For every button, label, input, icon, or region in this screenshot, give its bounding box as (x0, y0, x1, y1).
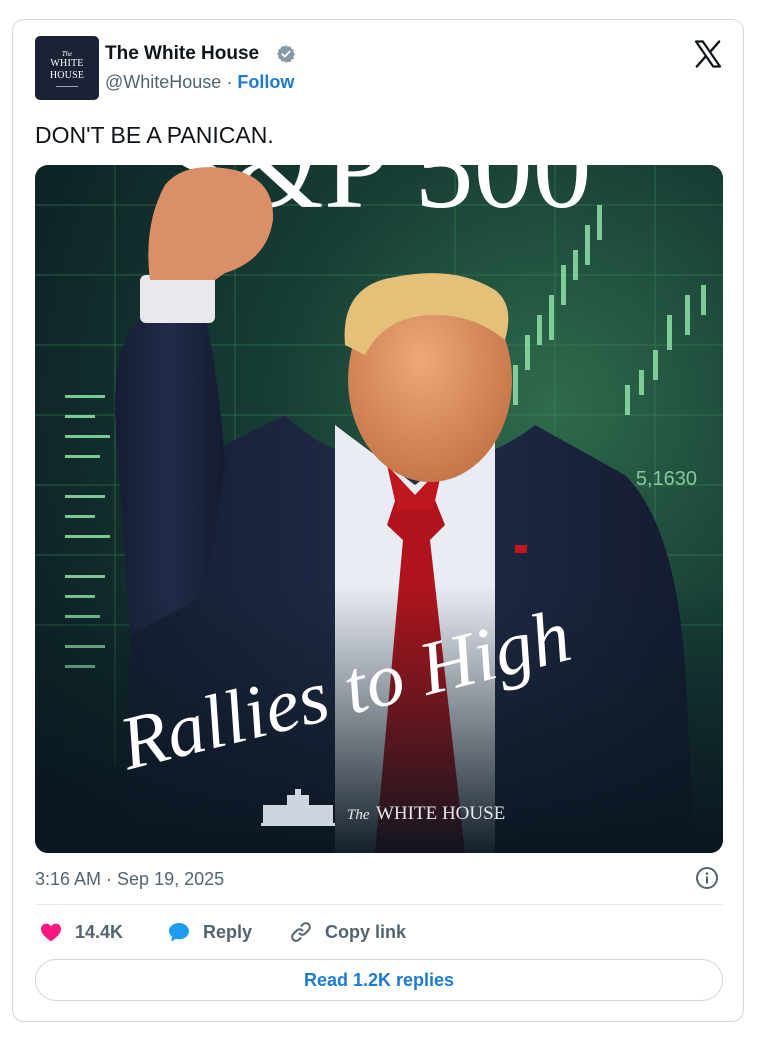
timestamp[interactable]: 3:16 AM · Sep 19, 2025 (35, 868, 224, 890)
ticker-value: 5,1630 (636, 468, 697, 490)
like-button[interactable]: 14.4K (39, 920, 123, 944)
like-count: 14.4K (75, 921, 124, 942)
avatar-text-the: The (61, 49, 73, 58)
verified-badge-icon (277, 45, 295, 63)
divider (35, 904, 723, 905)
reply-bubble-icon (169, 923, 189, 942)
handle-separator: · (226, 72, 233, 92)
heart-icon (41, 923, 61, 942)
tweet-card: The WHITE HOUSE The White House @WhiteHo… (12, 19, 744, 1022)
follow-button[interactable]: Follow (237, 72, 294, 92)
avatar-text-white: WHITE (50, 57, 84, 69)
reply-button[interactable]: Reply (167, 920, 252, 944)
watermark-the: The (347, 807, 370, 823)
x-logo-icon[interactable] (693, 39, 723, 69)
avatar-rule (56, 85, 78, 87)
copy-link-button[interactable]: Copy link (289, 920, 406, 944)
author-name[interactable]: The White House (105, 43, 259, 65)
info-icon[interactable] (695, 866, 719, 890)
watermark-name: WHITE HOUSE (376, 803, 505, 824)
reply-label: Reply (203, 921, 253, 942)
avatar[interactable]: The WHITE HOUSE (35, 36, 99, 100)
link-icon (291, 922, 311, 942)
read-replies-button[interactable]: Read 1.2K replies (35, 959, 723, 1001)
avatar-text-house: HOUSE (49, 69, 85, 81)
tweet-text: DON'T BE A PANICAN. (35, 122, 274, 148)
handle-row: @WhiteHouse · Follow (105, 71, 294, 93)
tweet-image[interactable]: 5,1630 S&P 500 Rallies to High The WHITE… (35, 165, 723, 853)
tweet-image-graphic: 5,1630 S&P 500 Rallies to High The WHITE… (35, 165, 723, 853)
author-handle[interactable]: @WhiteHouse (105, 72, 221, 92)
read-replies-label: Read 1.2K replies (303, 969, 455, 990)
copy-link-label: Copy link (325, 921, 407, 942)
